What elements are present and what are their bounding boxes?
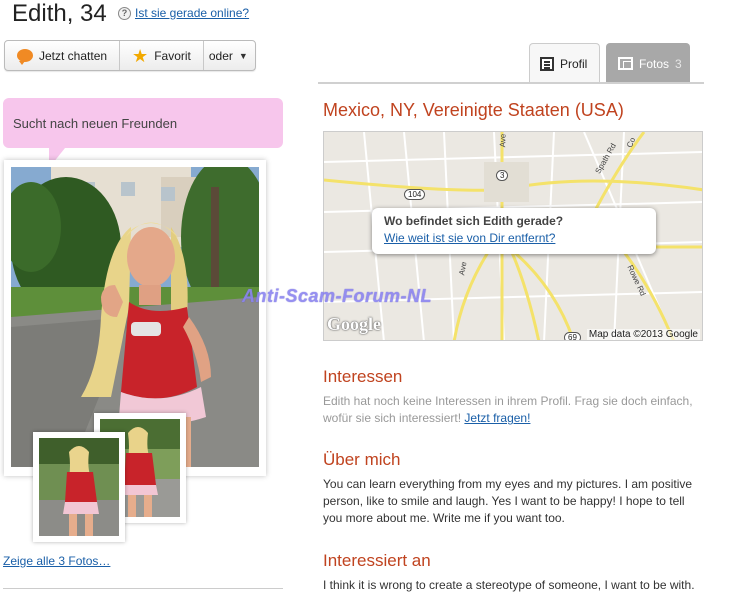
chat-now-button[interactable]: Jetzt chatten bbox=[5, 41, 121, 70]
watermark-text: Anti-Scam-Forum-NL bbox=[242, 286, 432, 306]
map-road-label: Ave bbox=[498, 133, 508, 148]
chat-bubble-icon bbox=[17, 49, 33, 65]
photos-icon bbox=[618, 57, 633, 70]
star-icon: ★ bbox=[132, 45, 149, 66]
online-status-link[interactable]: Ist sie gerade online? bbox=[135, 6, 249, 20]
more-dropdown-button[interactable]: oder ▼ bbox=[204, 41, 255, 70]
online-status-question: ? Ist sie gerade online? bbox=[118, 6, 249, 20]
tab-photos[interactable]: Fotos 3 bbox=[606, 43, 690, 84]
tabs-divider bbox=[318, 82, 704, 84]
show-all-photos-link[interactable]: Zeige alle 3 Fotos… bbox=[3, 554, 110, 568]
favorite-button[interactable]: ★ Favorit bbox=[120, 41, 204, 70]
map-popup-question: Wo befindet sich Edith gerade? bbox=[384, 214, 564, 228]
chat-now-label: Jetzt chatten bbox=[39, 48, 108, 63]
interested-in-text: I think it is wrong to create a stereoty… bbox=[323, 578, 695, 592]
photo-thumbnail[interactable] bbox=[33, 432, 125, 542]
profile-name-age: Edith, 34 bbox=[12, 0, 107, 27]
interests-title: Interessen bbox=[323, 367, 403, 386]
profile-action-group: Jetzt chatten ★ Favorit oder ▼ bbox=[4, 40, 256, 71]
chevron-down-icon: ▼ bbox=[238, 50, 248, 61]
distance-link[interactable]: Wie weit ist sie von Dir entfernt? bbox=[384, 231, 644, 245]
tab-profile[interactable]: Profil bbox=[529, 43, 600, 84]
interests-text: Edith hat noch keine Interessen in ihrem… bbox=[323, 393, 708, 427]
status-bubble: Sucht nach neuen Freunden bbox=[3, 98, 283, 168]
more-label: oder bbox=[208, 48, 233, 63]
profile-document-icon bbox=[540, 57, 554, 71]
about-title: Über mich bbox=[323, 450, 401, 469]
interested-in-title: Interessiert an bbox=[323, 551, 431, 570]
tab-photos-count: 3 bbox=[675, 56, 682, 71]
location-heading: Mexico, NY, Vereinigte Staaten (USA) bbox=[323, 100, 624, 120]
favorite-label: Favorit bbox=[154, 48, 191, 63]
tab-profile-label: Profil bbox=[560, 57, 588, 71]
status-bubble-text: Sucht nach neuen Freunden bbox=[13, 116, 178, 131]
thumbnail-illustration bbox=[39, 438, 119, 536]
map-route-sign: 104 bbox=[404, 189, 426, 200]
help-icon[interactable]: ? bbox=[118, 6, 131, 20]
about-text: You can learn everything from my eyes an… bbox=[323, 477, 693, 525]
left-column-divider bbox=[3, 588, 283, 589]
map-attribution: Map data ©2013 Google bbox=[586, 329, 700, 340]
tab-photos-label: Fotos bbox=[639, 56, 670, 71]
map-info-popup: Wo befindet sich Edith gerade? Wie weit … bbox=[372, 208, 656, 254]
ask-now-link[interactable]: Jetzt fragen! bbox=[464, 411, 530, 425]
google-logo: Google bbox=[327, 314, 381, 334]
location-map[interactable]: 104 3 69 Ave Spath Rd Rowe Rd Co Ave Wo … bbox=[323, 131, 703, 341]
map-route-sign: 69 bbox=[564, 332, 581, 340]
